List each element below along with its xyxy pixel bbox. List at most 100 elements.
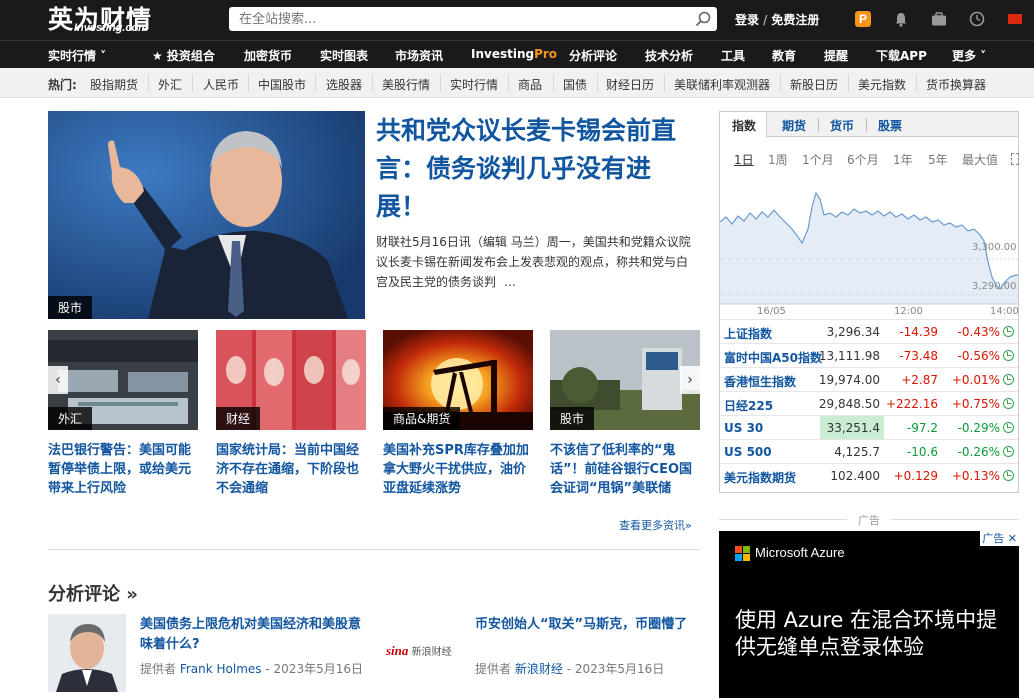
nav-tools[interactable]: 工具	[721, 47, 745, 64]
range-1w[interactable]: 1周	[768, 151, 788, 168]
quote-name[interactable]: US 30	[724, 421, 763, 435]
news-thumb-4[interactable]: 股市	[550, 330, 700, 430]
ad-choices-badge[interactable]: 广告 ✕	[980, 531, 1019, 546]
news-thumb-title-3[interactable]: 美国补充SPR库存叠加加拿大野火干扰供应，油价亚盘延续涨势	[383, 441, 533, 498]
quote-row[interactable]: 日经225 29,848.50 +222.16 +0.75%	[720, 391, 1018, 415]
tab-futures[interactable]: 期货	[782, 117, 806, 134]
nav-investingpro[interactable]: InvestingPro	[471, 47, 557, 61]
search-input[interactable]	[229, 7, 669, 31]
quote-name[interactable]: 上证指数	[724, 325, 772, 342]
hot-divider	[848, 74, 849, 92]
hot-item[interactable]: 外汇	[158, 76, 182, 93]
range-1m[interactable]: 1个月	[802, 151, 834, 168]
quote-row[interactable]: 美元指数期货 102.400 +0.129 +0.13%	[720, 463, 1018, 487]
category-tag[interactable]: 股市	[550, 407, 595, 430]
meta-prefix: 提供者	[475, 662, 512, 676]
nav-technical[interactable]: 技术分析	[645, 47, 693, 64]
category-tag[interactable]: 财经	[216, 407, 261, 430]
category-tag[interactable]: 股市	[48, 296, 93, 319]
sina-finance-logo[interactable]: sina 新浪财经	[386, 643, 458, 663]
carousel-next-button[interactable]: ›	[680, 366, 700, 394]
news-thumb-title-1[interactable]: 法巴银行警告：美国可能暂停举债上限，或给美元带来上行风险	[48, 441, 198, 498]
quote-change: -73.48	[899, 349, 938, 363]
news-thumb-title-2[interactable]: 国家统计局：当前中国经济不存在通缩，下阶段也不会通缩	[216, 441, 366, 498]
search-icon[interactable]	[695, 11, 711, 27]
quote-name[interactable]: 美元指数期货	[724, 469, 796, 486]
pro-icon[interactable]: P	[852, 8, 874, 30]
expand-chart-icon[interactable]	[1011, 153, 1019, 165]
category-tag[interactable]: 商品&期货	[383, 407, 461, 430]
author-link[interactable]: Frank Holmes	[180, 662, 262, 676]
clock-icon[interactable]	[966, 8, 988, 30]
quote-name[interactable]: 香港恒生指数	[724, 373, 796, 390]
ad-banner[interactable]: Microsoft Azure 使用 Azure 在混合环境中提供无缝单点登录体…	[719, 531, 1019, 698]
nav-crypto[interactable]: 加密货币	[244, 47, 292, 64]
quote-name[interactable]: US 500	[724, 445, 772, 459]
news-thumb-title-4[interactable]: 不该信了低利率的“鬼话”！前硅谷银行CEO国会证词“甩锅”美联储	[550, 441, 700, 498]
quote-row[interactable]: 富时中国A50指数 13,111.98 -73.48 -0.56%	[720, 343, 1018, 367]
close-icon[interactable]: ✕	[1008, 532, 1017, 545]
quote-row[interactable]: US 30 33,251.4 -97.2 -0.29%	[720, 415, 1018, 439]
quote-name[interactable]: 日经225	[724, 397, 773, 414]
hot-item[interactable]: 实时行情	[450, 76, 498, 93]
author-link[interactable]: 新浪财经	[515, 662, 563, 676]
hot-item[interactable]: 美股行情	[382, 76, 430, 93]
hot-divider	[553, 74, 554, 92]
analysis-headline-1[interactable]: 美国债务上限危机对美国经济和美股意味着什么?	[140, 615, 372, 655]
range-max[interactable]: 最大值	[962, 151, 998, 168]
hero-image[interactable]: 股市	[48, 111, 365, 319]
news-thumb-3[interactable]: 商品&期货	[383, 330, 533, 430]
tab-stocks[interactable]: 股票	[878, 117, 902, 134]
chevron-left-icon: ‹	[55, 372, 61, 388]
analysis-headline-2[interactable]: 币安创始人“取关”马斯克，币圈懵了	[475, 615, 703, 635]
author-photo[interactable]	[48, 614, 126, 692]
hot-item[interactable]: 货币换算器	[926, 76, 986, 93]
hot-topics-bar: 热门: 股指期货 外汇 人民币 中国股市 选股器 美股行情 实时行情 商品 国债…	[0, 68, 1034, 98]
bell-icon[interactable]	[890, 8, 912, 30]
nav-portfolio[interactable]: ★ 投资组合	[152, 47, 215, 64]
nav-charts[interactable]: 实时图表	[320, 47, 368, 64]
nav-news[interactable]: 市场资讯	[395, 47, 443, 64]
nav-analysis[interactable]: 分析评论	[569, 47, 617, 64]
quote-row[interactable]: 香港恒生指数 19,974.00 +2.87 +0.01%	[720, 367, 1018, 391]
nav-education[interactable]: 教育	[772, 47, 796, 64]
range-1d[interactable]: 1日	[734, 151, 754, 168]
login-link[interactable]: 登录	[735, 13, 759, 27]
news-thumb-2[interactable]: 财经	[216, 330, 366, 430]
site-logo[interactable]: 英为财情 Investing.com	[48, 2, 218, 36]
hero-ellipsis[interactable]: …	[504, 275, 516, 289]
hot-item[interactable]: 美元指数	[858, 76, 906, 93]
hot-item[interactable]: 财经日历	[606, 76, 654, 93]
briefcase-icon[interactable]	[928, 8, 950, 30]
register-link[interactable]: 免费注册	[771, 13, 819, 27]
quote-name[interactable]: 富时中国A50指数	[724, 349, 822, 366]
nav-alerts[interactable]: 提醒	[824, 47, 848, 64]
nav-more[interactable]: 更多 ˅	[952, 47, 986, 64]
market-open-clock-icon	[1003, 446, 1014, 457]
hot-item[interactable]: 新股日历	[790, 76, 838, 93]
news-thumb-1[interactable]: 外汇	[48, 330, 198, 430]
hot-item[interactable]: 美联储利率观测器	[674, 76, 770, 93]
quote-row[interactable]: US 500 4,125.7 -10.6 -0.26%	[720, 439, 1018, 463]
range-1y[interactable]: 1年	[893, 151, 913, 168]
hot-item[interactable]: 股指期货	[90, 76, 138, 93]
hot-item[interactable]: 选股器	[326, 76, 362, 93]
index-chart[interactable]: 3,300.00 3,290.00 16/05 12:00 14:00	[719, 177, 1019, 322]
hero-headline[interactable]: 共和党众议长麦卡锡会前直言：债务谈判几乎没有进展！	[376, 112, 696, 226]
tab-currencies[interactable]: 货币	[830, 117, 854, 134]
tab-indices[interactable]: 指数	[720, 112, 768, 137]
china-flag-icon[interactable]	[1004, 8, 1026, 30]
range-6m[interactable]: 6个月	[847, 151, 879, 168]
analysis-section-title[interactable]: 分析评论 »	[48, 580, 138, 606]
hot-item[interactable]: 人民币	[203, 76, 239, 93]
nav-download-app[interactable]: 下载APP	[876, 47, 927, 64]
quote-row[interactable]: 上证指数 3,296.34 -14.39 -0.43%	[720, 319, 1018, 343]
hot-item[interactable]: 商品	[518, 76, 542, 93]
carousel-prev-button[interactable]: ‹	[48, 366, 68, 394]
hot-item[interactable]: 国债	[563, 76, 587, 93]
nav-quotes[interactable]: 实时行情 ˅	[48, 47, 106, 64]
category-tag[interactable]: 外汇	[48, 407, 93, 430]
hot-item[interactable]: 中国股市	[258, 76, 306, 93]
more-news-link[interactable]: 查看更多资讯»	[619, 517, 692, 533]
range-5y[interactable]: 5年	[928, 151, 948, 168]
